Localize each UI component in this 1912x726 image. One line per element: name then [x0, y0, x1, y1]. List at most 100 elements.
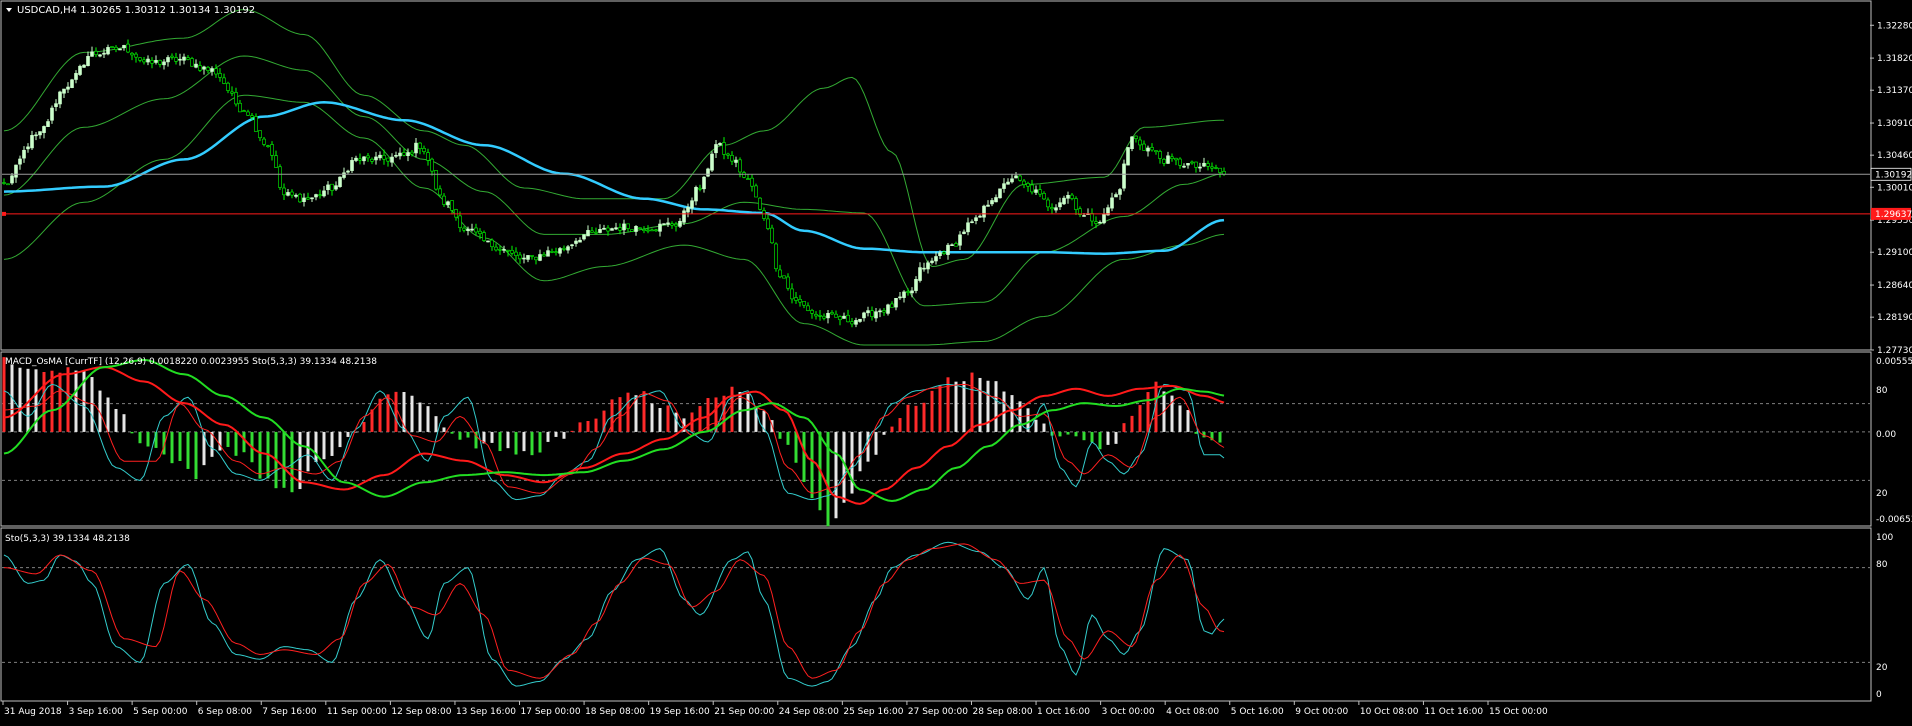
chart-canvas[interactable]: 1.32280 1.31820 1.31370 1.30910 1.30460 1.300…	[0, 0, 1912, 722]
candle-body	[726, 153, 730, 156]
candle-body	[1154, 150, 1158, 153]
candle-body	[22, 149, 26, 159]
candle-body	[1042, 193, 1046, 200]
candle-body	[262, 138, 266, 145]
candle-body	[1118, 189, 1122, 195]
candle-body	[954, 243, 958, 247]
candle-body	[86, 56, 90, 67]
candle-body	[154, 60, 158, 63]
candle-body	[842, 315, 846, 319]
candle-body	[690, 200, 694, 209]
candle-body	[1094, 221, 1098, 224]
candle-body	[134, 53, 138, 58]
candle-body	[538, 254, 542, 261]
candle-body	[102, 52, 106, 55]
candle-body	[1034, 189, 1038, 193]
candle-body	[410, 151, 414, 155]
candle-body	[1126, 147, 1130, 166]
candle-body	[570, 244, 574, 247]
candle-body	[38, 131, 42, 136]
candle-body	[258, 130, 262, 139]
candle-body	[202, 66, 206, 70]
candle-body	[106, 47, 110, 55]
candle-body	[446, 201, 450, 206]
candle-body	[626, 223, 630, 229]
candle-body	[730, 155, 734, 162]
candle-body	[390, 156, 394, 163]
candle-body	[318, 194, 322, 197]
candle-body	[794, 297, 798, 301]
candle-body	[42, 126, 46, 133]
candle-body	[662, 223, 666, 225]
time-tick-label: 13 Sep 16:00	[456, 707, 516, 717]
time-tick-label: 27 Sep 00:00	[908, 707, 968, 717]
candle-body	[802, 301, 806, 306]
candle-body	[678, 220, 682, 227]
candle-body	[226, 82, 230, 91]
candle-body	[666, 222, 670, 225]
candle-body	[758, 197, 762, 210]
candle-body	[578, 239, 582, 243]
candle-body	[194, 63, 198, 68]
candle-body	[210, 68, 214, 72]
time-tick-label: 25 Sep 16:00	[843, 707, 903, 717]
candle-body	[878, 310, 882, 313]
candle-body	[722, 142, 726, 155]
candle-body	[266, 145, 270, 147]
macd-title: MACD_OsMA [CurrTF] (12,26,9) 0.0018220 0…	[5, 357, 377, 367]
candle-body	[502, 249, 506, 251]
candle-body	[1014, 175, 1018, 179]
candle-body	[122, 45, 126, 49]
candle-body	[422, 148, 426, 152]
candle-body	[182, 56, 186, 61]
candle-body	[82, 64, 86, 68]
candle-body	[974, 217, 978, 221]
candle-body	[590, 230, 594, 233]
stoch-axis-20: 20	[1876, 663, 1888, 673]
candle-body	[1082, 215, 1086, 217]
candle-body	[598, 229, 602, 233]
candle-body	[218, 73, 222, 78]
candle-body	[238, 102, 242, 113]
candle-body	[1050, 207, 1054, 210]
candle-body	[254, 116, 258, 132]
candle-body	[1114, 194, 1118, 198]
candle-body	[1066, 195, 1070, 199]
candle-body	[454, 209, 458, 218]
candle-body	[286, 192, 290, 196]
candle-body	[694, 187, 698, 202]
candle-body	[1074, 198, 1078, 210]
candle-body	[798, 299, 802, 303]
candle-body	[498, 248, 502, 251]
candle-body	[994, 197, 998, 203]
candle-body	[782, 275, 786, 279]
candle-body	[70, 79, 74, 88]
candle-body	[1062, 197, 1066, 205]
candle-body	[494, 246, 498, 251]
candle-body	[562, 247, 566, 250]
candle-body	[958, 234, 962, 246]
candle-body	[462, 227, 466, 231]
candle-body	[282, 187, 286, 196]
candle-body	[178, 58, 182, 61]
level-price-label: 1.29637	[1875, 210, 1912, 220]
candle-body	[450, 200, 454, 211]
candle-body	[482, 232, 486, 241]
candle-body	[874, 311, 878, 319]
candle-body	[862, 312, 866, 319]
candle-body	[486, 240, 490, 243]
candle-body	[474, 227, 478, 233]
time-tick-label: 5 Oct 16:00	[1231, 707, 1284, 717]
candle-body	[766, 218, 770, 229]
candle-body	[1190, 161, 1194, 164]
candle-body	[642, 229, 646, 231]
candle-body	[58, 91, 62, 105]
candle-body	[2, 182, 6, 184]
candle-body	[850, 321, 854, 325]
candle-body	[158, 60, 162, 65]
candle-body	[74, 73, 78, 80]
trading-chart[interactable]: 1.32280 1.31820 1.31370 1.30910 1.30460 1.300…	[0, 0, 1912, 722]
candle-body	[762, 210, 766, 219]
candle-body	[638, 227, 642, 230]
candle-body	[886, 304, 890, 314]
